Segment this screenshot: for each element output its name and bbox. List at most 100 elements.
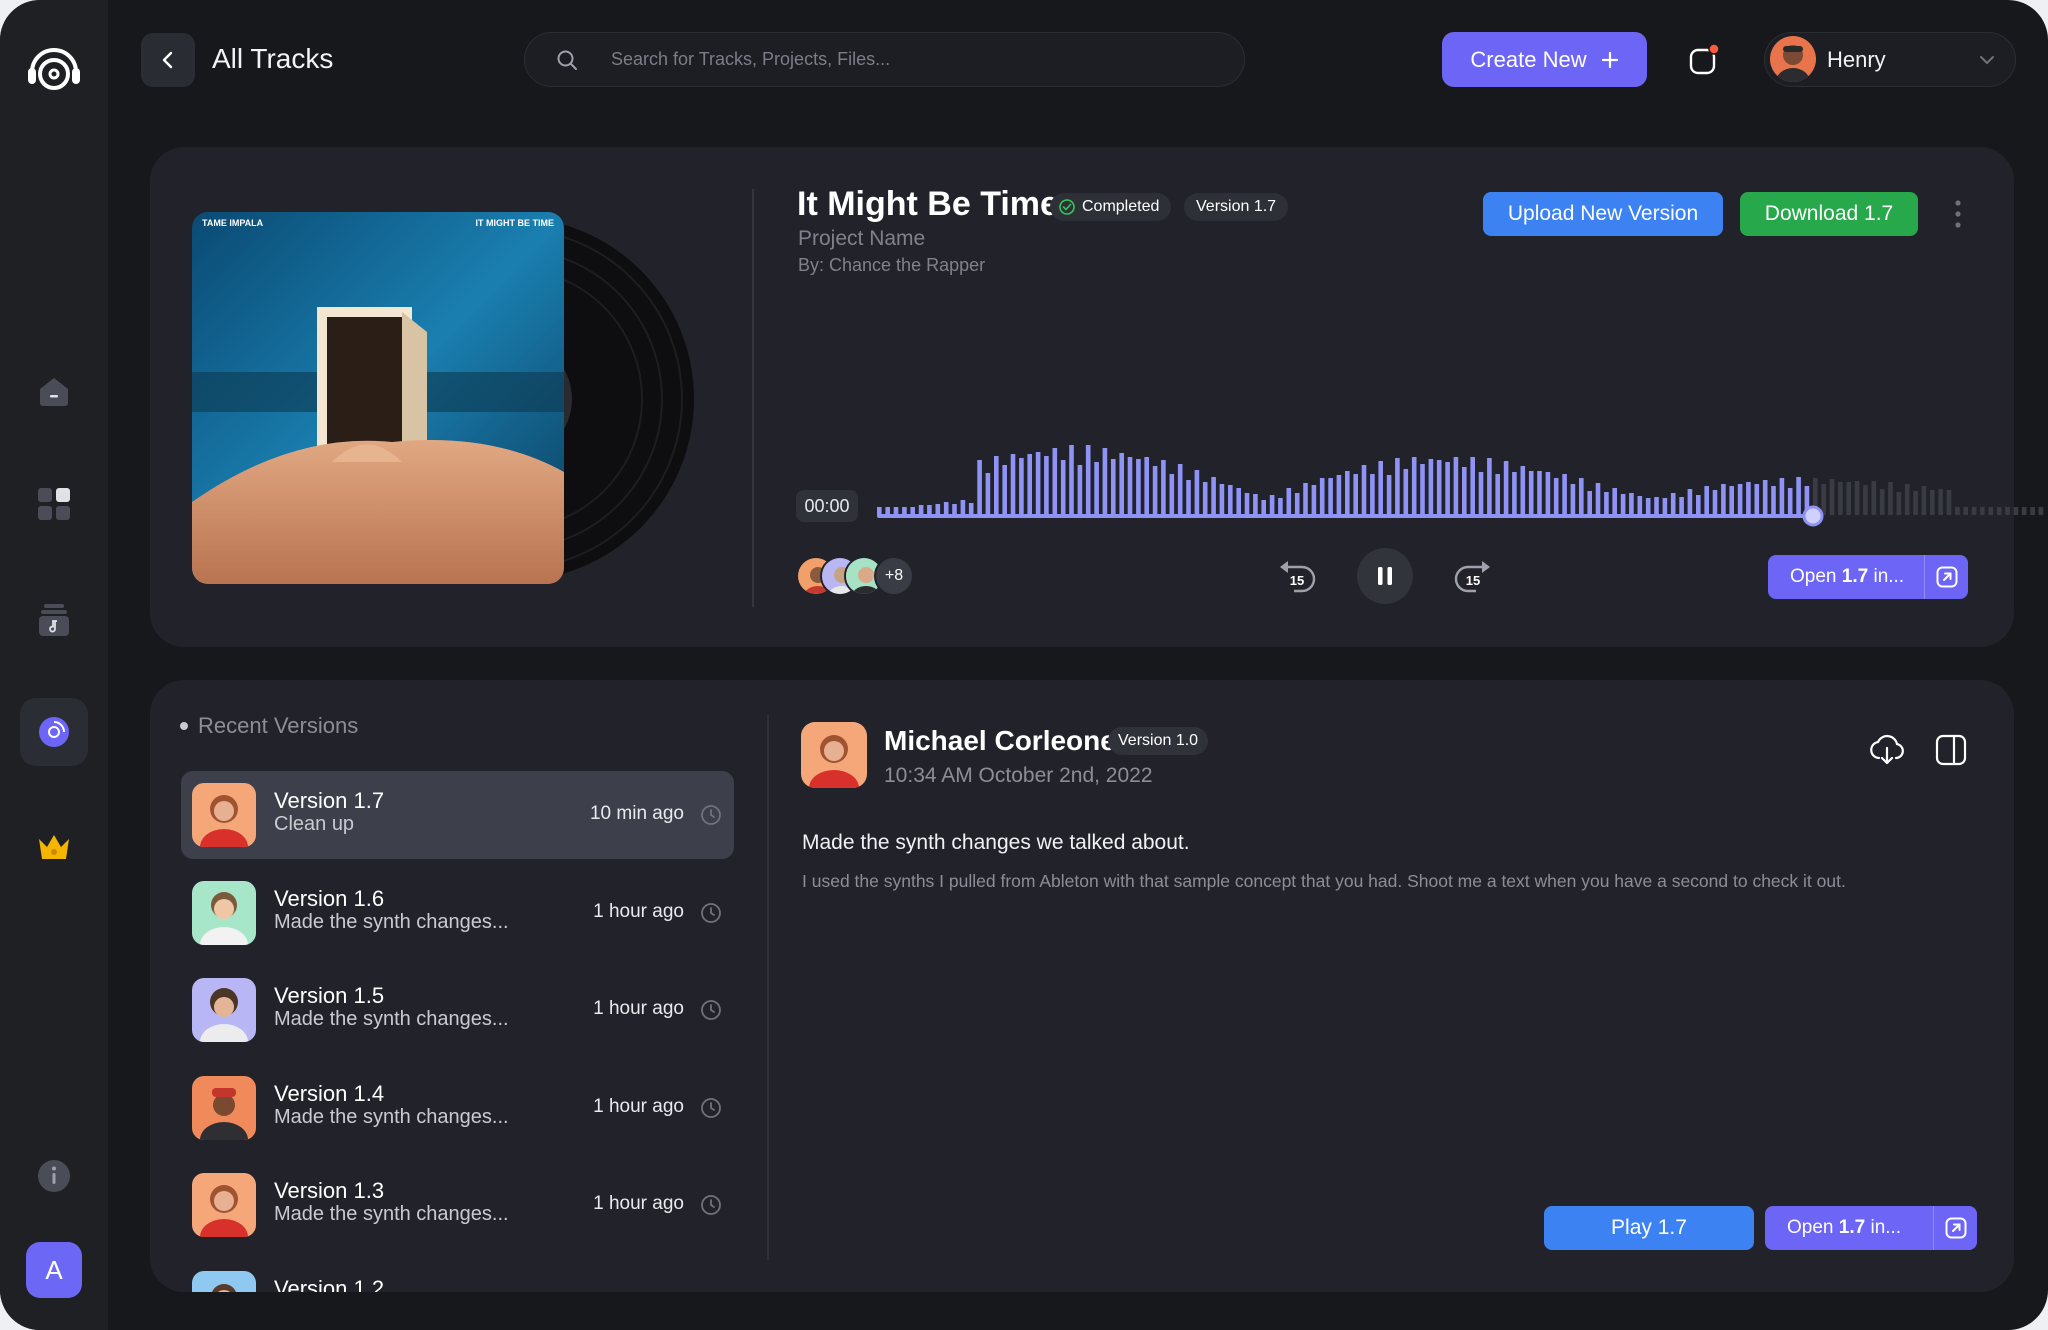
user-avatar <box>1770 36 1816 82</box>
waveform-bar <box>1971 507 1977 515</box>
search-input[interactable] <box>611 33 1211 85</box>
side-panel-icon[interactable] <box>1934 733 1968 767</box>
detail-version-badge: Version 1.0 <box>1108 727 1209 755</box>
sidebar-item-music-library[interactable] <box>20 586 88 654</box>
waveform-bar <box>1403 469 1409 515</box>
waveform-bar <box>1177 464 1183 515</box>
waveform-bar <box>935 504 941 515</box>
download-button[interactable]: Download 1.7 <box>1740 192 1918 236</box>
waveform-bar <box>1645 498 1651 515</box>
waveform-bar <box>1069 445 1074 515</box>
waveform-bar <box>893 507 899 515</box>
track-title: It Might Be Time <box>797 185 1059 223</box>
waveform-bar <box>1328 478 1333 515</box>
sidebar-item-home[interactable] <box>20 357 88 425</box>
author-name: Michael Corleone <box>884 725 1116 756</box>
waveform-scrubber[interactable] <box>877 427 2047 527</box>
version-avatar <box>192 978 256 1042</box>
clock-icon <box>701 805 721 825</box>
plus-icon <box>1601 51 1618 68</box>
waveform-bar <box>885 507 890 515</box>
rewind-15-button[interactable]: 15 <box>1274 555 1320 599</box>
waveform-bar <box>1336 475 1342 515</box>
waveform-bar <box>2013 507 2019 515</box>
version-time: 1 hour ago <box>593 1193 684 1214</box>
waveform-bar <box>1712 490 1718 515</box>
back-button[interactable] <box>141 33 195 87</box>
chevron-left-icon <box>162 51 173 69</box>
external-link-button[interactable] <box>1924 555 1968 599</box>
chevron-down-icon <box>1980 56 1994 65</box>
sidebar-item-info[interactable] <box>20 1142 88 1210</box>
project-name: Project Name <box>798 227 926 250</box>
waveform-bar <box>1102 448 1108 515</box>
app-window: A All Tracks Create New <box>0 0 2048 1330</box>
waveform-bar <box>2005 507 2010 515</box>
waveform-bar <box>1253 494 1258 515</box>
waveform-bar <box>1428 459 1434 515</box>
waveform-bar <box>1687 489 1693 515</box>
waveform-bar <box>1395 458 1400 515</box>
cloud-download-icon[interactable] <box>1868 731 1906 769</box>
waveform-bar <box>927 505 932 515</box>
user-menu[interactable]: Henry <box>1764 32 2016 87</box>
waveform-bar <box>1027 454 1032 515</box>
app-logo-icon[interactable] <box>22 34 86 98</box>
clock-icon <box>701 1097 721 1118</box>
sidebar-item-dashboard[interactable] <box>20 470 88 538</box>
artist-line: By: Chance the Rapper <box>798 255 986 275</box>
waveform-bar <box>1019 458 1024 515</box>
waveform-bar <box>1595 483 1601 515</box>
waveform-bar <box>1478 472 1484 515</box>
waveform-bar <box>1244 493 1250 515</box>
upload-new-version-button[interactable]: Upload New Version <box>1483 192 1723 236</box>
detail-heading: Made the synth changes we talked about. <box>802 831 1190 854</box>
status-label: Completed <box>1082 198 1160 215</box>
waveform-bar <box>1854 481 1860 515</box>
participants[interactable]: +8 <box>796 554 916 598</box>
create-new-button[interactable]: Create New <box>1442 32 1647 87</box>
version-item-1-5[interactable]: Version 1.5 Made the synth changes... 1 … <box>181 966 734 1054</box>
rewind-icon: 15 <box>1280 561 1316 593</box>
waveform-bar <box>1721 484 1726 515</box>
pause-button[interactable] <box>1357 548 1413 604</box>
search-icon <box>557 50 577 70</box>
more-options-icon[interactable] <box>1950 198 1966 230</box>
waveform-bar <box>943 502 949 515</box>
waveform-bar <box>1445 462 1450 515</box>
play-button[interactable]: Play 1.7 <box>1544 1206 1754 1250</box>
notification-icon[interactable] <box>1688 44 1720 76</box>
version-item-1-3[interactable]: Version 1.3 Made the synth changes... 1 … <box>181 1161 734 1249</box>
pause-icon <box>1378 567 1392 585</box>
waveform-bar <box>1904 484 1910 515</box>
waveform-bar <box>1044 456 1049 515</box>
version-name: Version 1.3 <box>274 1178 385 1203</box>
waveform-bar <box>1670 493 1676 515</box>
waveform-bar <box>1863 485 1868 515</box>
version-name: Version 1.2 <box>274 1275 385 1293</box>
sidebar-item-premium[interactable] <box>20 812 88 880</box>
forward-15-button[interactable]: 15 <box>1450 555 1496 599</box>
version-name: Version 1.6 <box>274 885 385 911</box>
sidebar-item-tracks[interactable] <box>20 698 88 766</box>
author-avatar <box>801 722 867 788</box>
version-item-1-2[interactable]: Version 1.2 <box>181 1259 734 1293</box>
waveform-bar <box>1228 485 1233 515</box>
account-avatar[interactable]: A <box>26 1242 82 1298</box>
waveform-bar <box>1637 496 1643 515</box>
external-link-button[interactable] <box>1933 1206 1977 1250</box>
waveform-bar <box>1771 486 1776 515</box>
open-in-button[interactable]: Open 1.7 in... <box>1768 555 1968 599</box>
search-bar[interactable] <box>524 32 1245 87</box>
status-badge: Completed <box>1050 193 1172 221</box>
version-name: Version 1.4 <box>274 1080 385 1106</box>
waveform-bar <box>1654 497 1659 515</box>
open-in-button-secondary[interactable]: Open 1.7 in... <box>1765 1206 1977 1250</box>
waveform-bar <box>1913 491 1918 515</box>
version-item-1-6[interactable]: Version 1.6 Made the synth changes... 1 … <box>181 869 734 957</box>
version-item-1-7[interactable]: Version 1.7 Clean up 10 min ago <box>181 771 734 859</box>
waveform-bar <box>1503 461 1509 515</box>
waveform-bar <box>2038 507 2044 515</box>
scrubber-handle[interactable] <box>1802 505 1824 527</box>
version-item-1-4[interactable]: Version 1.4 Made the synth changes... 1 … <box>181 1064 734 1152</box>
